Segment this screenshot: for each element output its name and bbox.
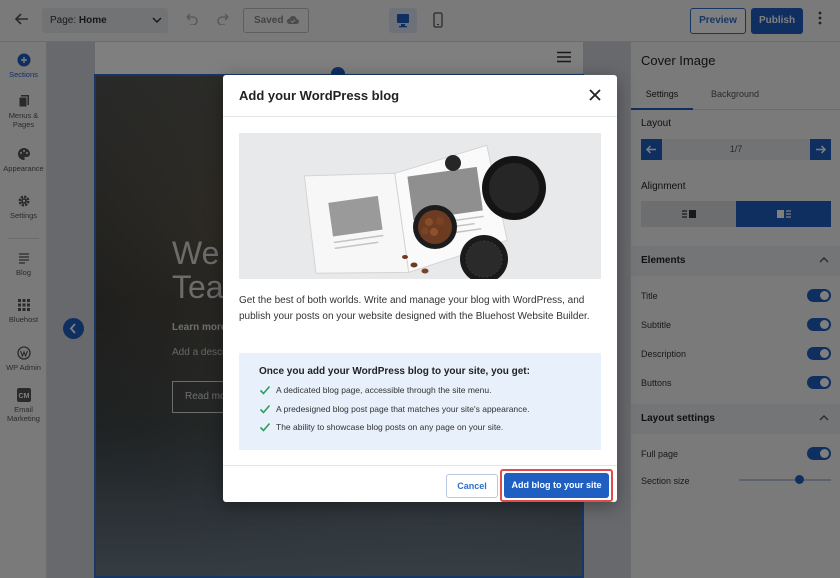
benefit-item: A predesigned blog post page that matche…: [259, 403, 601, 422]
add-blog-button[interactable]: Add blog to your site: [504, 473, 609, 498]
checkmark-icon: [259, 384, 271, 396]
benefits-box: Once you add your WordPress blog to your…: [239, 353, 601, 450]
checkmark-icon: [259, 421, 271, 433]
benefit-text: A predesigned blog post page that matche…: [276, 403, 530, 414]
benefit-item: A dedicated blog page, accessible throug…: [259, 384, 601, 403]
close-icon[interactable]: [587, 87, 603, 103]
modal-footer: Cancel Add blog to your site: [223, 465, 617, 502]
cancel-button[interactable]: Cancel: [446, 474, 498, 498]
add-blog-button-highlight: Add blog to your site: [500, 469, 613, 502]
modal-title: Add your WordPress blog: [239, 88, 400, 103]
blog-illustration-image: [239, 133, 601, 279]
benefit-text: The ability to showcase blog posts on an…: [276, 422, 504, 432]
benefit-text: A dedicated blog page, accessible throug…: [276, 385, 492, 395]
add-blog-modal: Add your WordPress blog Get the best of …: [223, 75, 617, 502]
modal-description: Get the best of both worlds. Write and m…: [239, 295, 590, 322]
benefits-title: Once you add your WordPress blog to your…: [259, 366, 530, 377]
benefit-item: The ability to showcase blog posts on an…: [259, 421, 601, 440]
modal-header: Add your WordPress blog: [223, 75, 617, 117]
checkmark-icon: [259, 403, 271, 415]
